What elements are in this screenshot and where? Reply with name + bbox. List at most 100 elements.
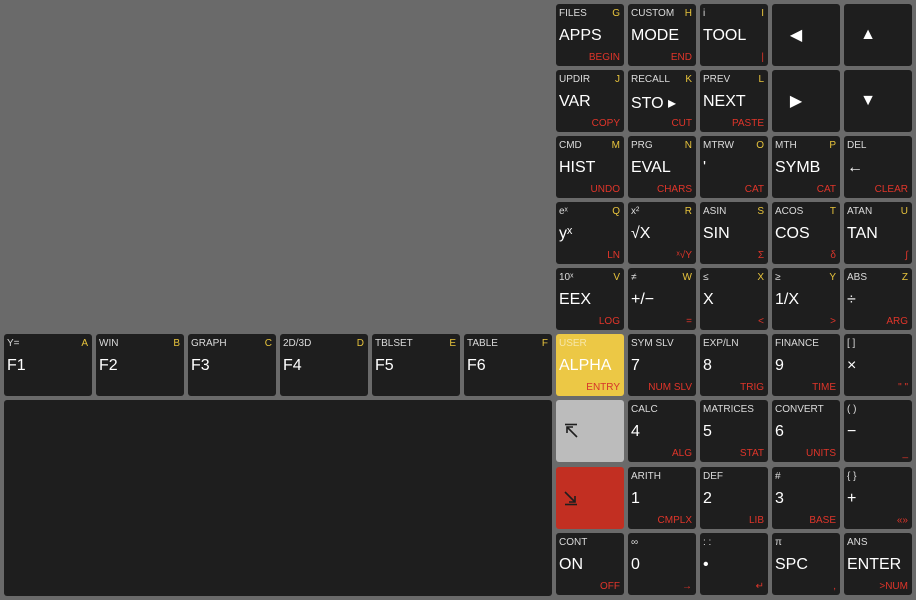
sqrt-shift-label: x² (631, 206, 640, 217)
negate-key[interactable]: ≠ W +/− = (628, 268, 696, 330)
eval-key[interactable]: PRG N EVAL CHARS (628, 136, 696, 198)
eight-label: 8 (703, 357, 712, 374)
eight-key[interactable]: EXP/LN 8 TRIG (700, 334, 768, 396)
on-key[interactable]: CONT ON OFF (556, 533, 624, 595)
next-shift-label: PREV (703, 74, 731, 85)
f4-key[interactable]: 2D/3D D F4 (280, 334, 368, 396)
one-shift-label: ARITH (631, 471, 661, 482)
subtract-key[interactable]: ( ) − _ (844, 400, 912, 462)
mode-key[interactable]: CUSTOM H MODE END (628, 4, 696, 66)
f1-key[interactable]: Y= A F1 (4, 334, 92, 396)
x-rshift-label: < (758, 316, 764, 327)
decimal-key[interactable]: : : • ↵ (700, 533, 768, 595)
hist-key[interactable]: CMD M HIST UNDO (556, 136, 624, 198)
down-arrow-icon: ▼ (860, 92, 876, 109)
four-key[interactable]: CALC 4 ALG (628, 400, 696, 462)
one-rshift-label: CMPLX (657, 515, 692, 526)
apps-key[interactable]: FILES G APPS BEGIN (556, 4, 624, 66)
seven-rshift-label: NUM SLV (648, 382, 692, 393)
six-key[interactable]: CONVERT 6 UNITS (772, 400, 840, 462)
apps-label: APPS (559, 27, 602, 44)
sqrt-rshift-label: ˣ√Y (676, 250, 692, 261)
two-label: 2 (703, 490, 712, 507)
one-label: 1 (631, 490, 640, 507)
x-key[interactable]: ≤ X X < (700, 268, 768, 330)
three-key[interactable]: # 3 BASE (772, 467, 840, 529)
next-key[interactable]: PREV L NEXT PASTE (700, 70, 768, 132)
backspace-key[interactable]: DEL ← CLEAR (844, 136, 912, 198)
mode-shift-label: CUSTOM (631, 8, 675, 19)
sto-key[interactable]: RECALL K STO ▸ CUT (628, 70, 696, 132)
f4-shift-label: 2D/3D (283, 338, 312, 349)
f2-key[interactable]: WIN B F2 (96, 334, 184, 396)
quote-key[interactable]: MTRW O ' CAT (700, 136, 768, 198)
five-key[interactable]: MATRICES 5 STAT (700, 400, 768, 462)
x-shift-label: ≤ (703, 272, 709, 283)
negate-alpha-label: W (682, 272, 692, 283)
seven-key[interactable]: SYM SLV 7 NUM SLV (628, 334, 696, 396)
inverse-key[interactable]: ≥ Y 1/X > (772, 268, 840, 330)
cos-label: COS (775, 225, 810, 242)
cos-key[interactable]: ACOS T COS δ (772, 202, 840, 264)
f5-key[interactable]: TBLSET E F5 (372, 334, 460, 396)
power-key[interactable]: eˣ Q yˣ LN (556, 202, 624, 264)
enter-label: ENTER (847, 556, 902, 573)
tan-key[interactable]: ATAN U TAN ∫ (844, 202, 912, 264)
enter-key[interactable]: ANS ENTER >NUM (844, 533, 912, 595)
f5-shift-label: TBLSET (375, 338, 413, 349)
backspace-icon: ← (847, 159, 863, 176)
alpha-key[interactable]: USER ALPHA ENTRY (556, 334, 624, 396)
seven-shift-label: SYM SLV (631, 338, 674, 349)
sin-label: SIN (703, 225, 730, 242)
var-alpha-label: J (615, 74, 620, 85)
nine-key[interactable]: FINANCE 9 TIME (772, 334, 840, 396)
inverse-alpha-label: Y (829, 272, 836, 283)
add-rshift-label: «» (896, 515, 908, 526)
left-shift-key[interactable] (556, 400, 624, 462)
sto-alpha-label: K (685, 74, 692, 85)
multiply-key[interactable]: [ ] × " " (844, 334, 912, 396)
cos-rshift-label: δ (830, 250, 836, 261)
add-key[interactable]: { } + «» (844, 467, 912, 529)
negate-rshift-label: = (686, 316, 692, 327)
subtract-shift-label: ( ) (847, 404, 857, 415)
tool-key[interactable]: i I TOOL | (700, 4, 768, 66)
apps-shift-label: FILES (559, 8, 587, 19)
up-arrow-key[interactable]: ▲ (844, 4, 912, 66)
two-key[interactable]: DEF 2 LIB (700, 467, 768, 529)
var-key[interactable]: UPDIR J VAR COPY (556, 70, 624, 132)
sto-label: STO ▸ (631, 95, 677, 112)
sqrt-key[interactable]: x² R √X ˣ√Y (628, 202, 696, 264)
divide-key[interactable]: ABS Z ÷ ARG (844, 268, 912, 330)
f3-key[interactable]: GRAPH C F3 (188, 334, 276, 396)
down-arrow-key[interactable]: ▼ (844, 70, 912, 132)
eex-rshift-label: LOG (598, 316, 620, 327)
right-arrow-key[interactable]: ▶ (772, 70, 840, 132)
nine-shift-label: FINANCE (775, 338, 819, 349)
hist-rshift-label: UNDO (590, 184, 620, 195)
tool-label: TOOL (703, 27, 747, 44)
eight-rshift-label: TRIG (740, 382, 764, 393)
space-key[interactable]: π SPC , (772, 533, 840, 595)
sin-key[interactable]: ASIN S SIN Σ (700, 202, 768, 264)
backspace-rshift-label: CLEAR (874, 184, 908, 195)
sin-alpha-label: S (757, 206, 764, 217)
eex-key[interactable]: 10ˣ V EEX LOG (556, 268, 624, 330)
f2-label: F2 (99, 357, 118, 374)
tan-shift-label: ATAN (847, 206, 873, 217)
eex-shift-label: 10ˣ (559, 272, 574, 283)
f6-key[interactable]: TABLE F F6 (464, 334, 552, 396)
space-label: SPC (775, 556, 808, 573)
symb-key[interactable]: MTH P SYMB CAT (772, 136, 840, 198)
space-shift-label: π (775, 537, 782, 548)
zero-key[interactable]: ∞ 0 → (628, 533, 696, 595)
two-shift-label: DEF (703, 471, 723, 482)
f5-label: F5 (375, 357, 394, 374)
one-key[interactable]: ARITH 1 CMPLX (628, 467, 696, 529)
quote-rshift-label: CAT (744, 184, 764, 195)
left-arrow-key[interactable]: ◀ (772, 4, 840, 66)
f3-shift-label: GRAPH (191, 338, 227, 349)
two-rshift-label: LIB (748, 515, 764, 526)
right-shift-key[interactable] (556, 467, 624, 529)
sqrt-label: √X (631, 225, 651, 242)
